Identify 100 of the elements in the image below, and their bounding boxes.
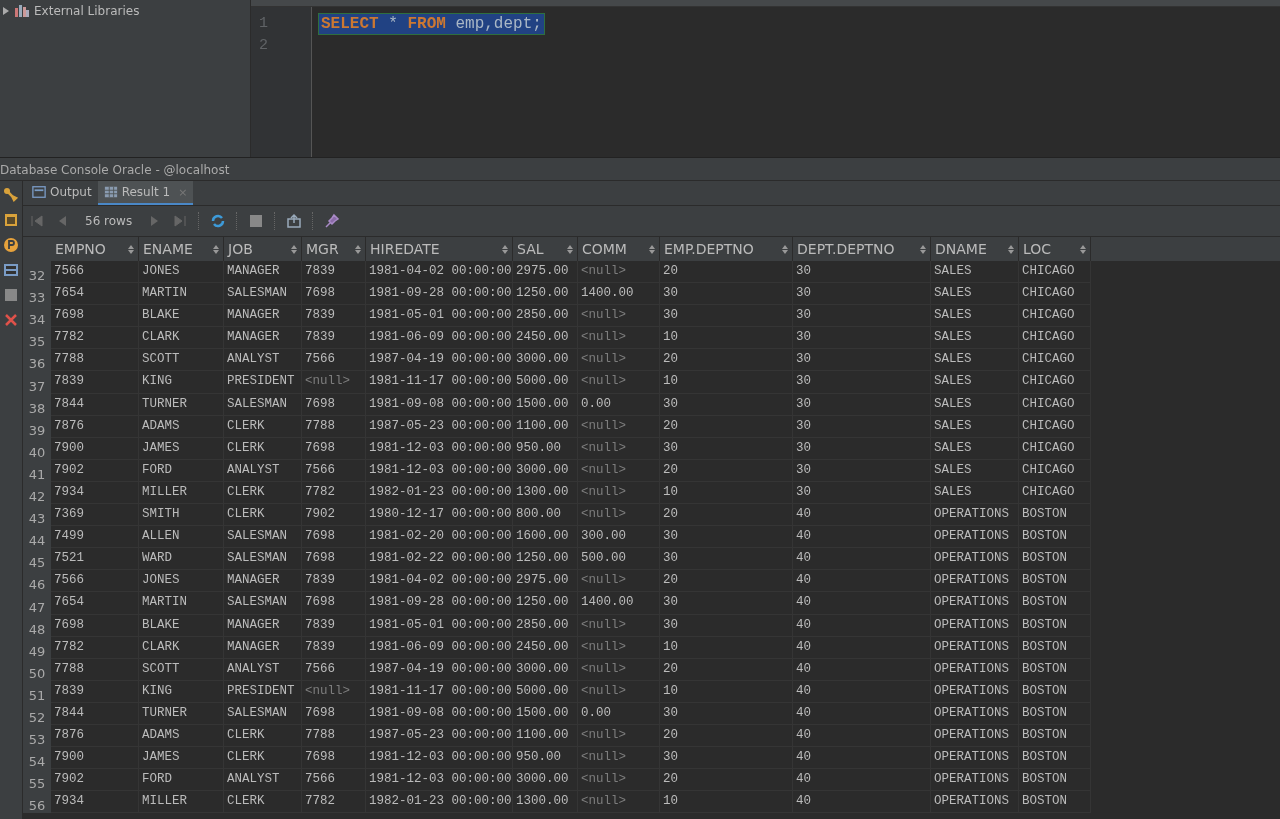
wrench-icon[interactable]: [3, 187, 19, 203]
table-cell: 20: [660, 504, 793, 527]
row-number: 41: [23, 459, 51, 482]
table-cell: 7839: [302, 614, 366, 637]
sort-icon[interactable]: [502, 244, 508, 254]
table-cell: CHICAGO: [1019, 459, 1091, 482]
table-cell: SALES: [931, 459, 1019, 482]
table-cell: <null>: [578, 658, 660, 681]
table-cell: 30: [660, 702, 793, 725]
sort-icon[interactable]: [291, 244, 297, 254]
table-cell: <null>: [578, 680, 660, 703]
table-cell: 950.00: [513, 747, 578, 770]
table-cell: SALES: [931, 371, 1019, 394]
table-cell: 7698: [302, 747, 366, 770]
table-cell: 7876: [51, 724, 139, 748]
table-cell: JONES: [139, 261, 224, 284]
export-icon[interactable]: [286, 213, 303, 229]
sort-icon[interactable]: [128, 244, 134, 254]
table-cell: 1981-06-09 00:00:00: [366, 327, 513, 350]
table-cell: OPERATIONS: [931, 791, 1019, 814]
table-cell: MARTIN: [139, 283, 224, 306]
tree-item[interactable]: External Libraries: [0, 2, 250, 20]
sort-icon[interactable]: [920, 244, 926, 254]
table-cell: SALESMAN: [224, 283, 302, 306]
refresh-icon[interactable]: [210, 213, 227, 229]
table-cell: 7839: [302, 636, 366, 659]
table-cell: 1987-04-19 00:00:00: [366, 658, 513, 681]
row-number: 43: [23, 504, 51, 527]
sort-icon[interactable]: [355, 244, 361, 254]
table-cell: MANAGER: [224, 261, 302, 284]
table-cell: SALESMAN: [224, 548, 302, 571]
table-icon[interactable]: [3, 212, 19, 228]
table-cell: 30: [660, 305, 793, 328]
row-number: 42: [23, 481, 51, 505]
sort-icon[interactable]: [567, 244, 573, 254]
table-cell: 7698: [302, 526, 366, 549]
table-cell: 7900: [51, 747, 139, 770]
table-cell: OPERATIONS: [931, 747, 1019, 770]
table-cell: 30: [660, 526, 793, 549]
sort-icon[interactable]: [649, 244, 655, 254]
row-number: 52: [23, 702, 51, 725]
stop-icon[interactable]: [3, 287, 19, 303]
table-cell: 1400.00: [578, 592, 660, 615]
table-cell: 3000.00: [513, 349, 578, 372]
table-cell: <null>: [578, 570, 660, 593]
table-cell: MARTIN: [139, 592, 224, 615]
table-cell: 30: [660, 614, 793, 637]
p-badge-icon[interactable]: [3, 237, 19, 253]
table-cell: 30: [660, 548, 793, 571]
table-cell: 0.00: [578, 393, 660, 416]
stop-icon[interactable]: [248, 213, 265, 229]
table-cell: 20: [660, 415, 793, 438]
table-cell: 1600.00: [513, 526, 578, 549]
row-number: 51: [23, 680, 51, 703]
table-cell: BOSTON: [1019, 526, 1091, 549]
table-cell: 7788: [302, 415, 366, 438]
table-cell: SALESMAN: [224, 393, 302, 416]
table-cell: 30: [793, 415, 931, 438]
table-cell: MANAGER: [224, 636, 302, 659]
grid-icon[interactable]: [103, 185, 118, 199]
table-cell: 1987-05-23 00:00:00: [366, 415, 513, 438]
sort-icon[interactable]: [782, 244, 788, 254]
table-cell: 40: [793, 658, 931, 681]
sort-icon[interactable]: [213, 244, 219, 254]
table-cell: 20: [660, 349, 793, 372]
tab[interactable]: Result 1 ×: [97, 181, 194, 205]
table-cell: 7839: [302, 305, 366, 328]
table-cell: BLAKE: [139, 614, 224, 637]
table-cell: 800.00: [513, 504, 578, 527]
table-cell: <null>: [578, 504, 660, 527]
table-cell: 40: [793, 592, 931, 615]
sort-icon[interactable]: [1008, 244, 1014, 254]
table-cell: CLERK: [224, 504, 302, 527]
sort-icon[interactable]: [1080, 244, 1086, 254]
table-cell: 7654: [51, 283, 139, 306]
table-cell: 40: [793, 526, 931, 549]
table-cell: 40: [793, 680, 931, 703]
layout-icon[interactable]: [3, 262, 19, 278]
table-cell: 2850.00: [513, 614, 578, 637]
table-cell: SALESMAN: [224, 592, 302, 615]
console-icon[interactable]: [32, 185, 46, 199]
table-cell: 1982-01-23 00:00:00: [366, 481, 513, 505]
pin-icon[interactable]: [324, 213, 341, 229]
table-cell: FORD: [139, 459, 224, 482]
table-cell: 40: [793, 636, 931, 659]
row-number: 34: [23, 305, 51, 328]
table-cell: CHICAGO: [1019, 415, 1091, 438]
table-cell: 30: [660, 592, 793, 615]
table-cell: 7782: [51, 636, 139, 659]
table-cell: BOSTON: [1019, 614, 1091, 637]
table-cell: 10: [660, 327, 793, 350]
table-cell: ANALYST: [224, 769, 302, 792]
table-cell: 7566: [302, 769, 366, 792]
close-icon[interactable]: [3, 312, 19, 328]
table-cell: 1981-12-03 00:00:00: [366, 769, 513, 792]
table-cell: 40: [793, 769, 931, 792]
table-cell: JAMES: [139, 437, 224, 460]
table-cell: 10: [660, 680, 793, 703]
table-cell: 7369: [51, 504, 139, 527]
expand-arrow-icon[interactable]: [2, 7, 10, 15]
